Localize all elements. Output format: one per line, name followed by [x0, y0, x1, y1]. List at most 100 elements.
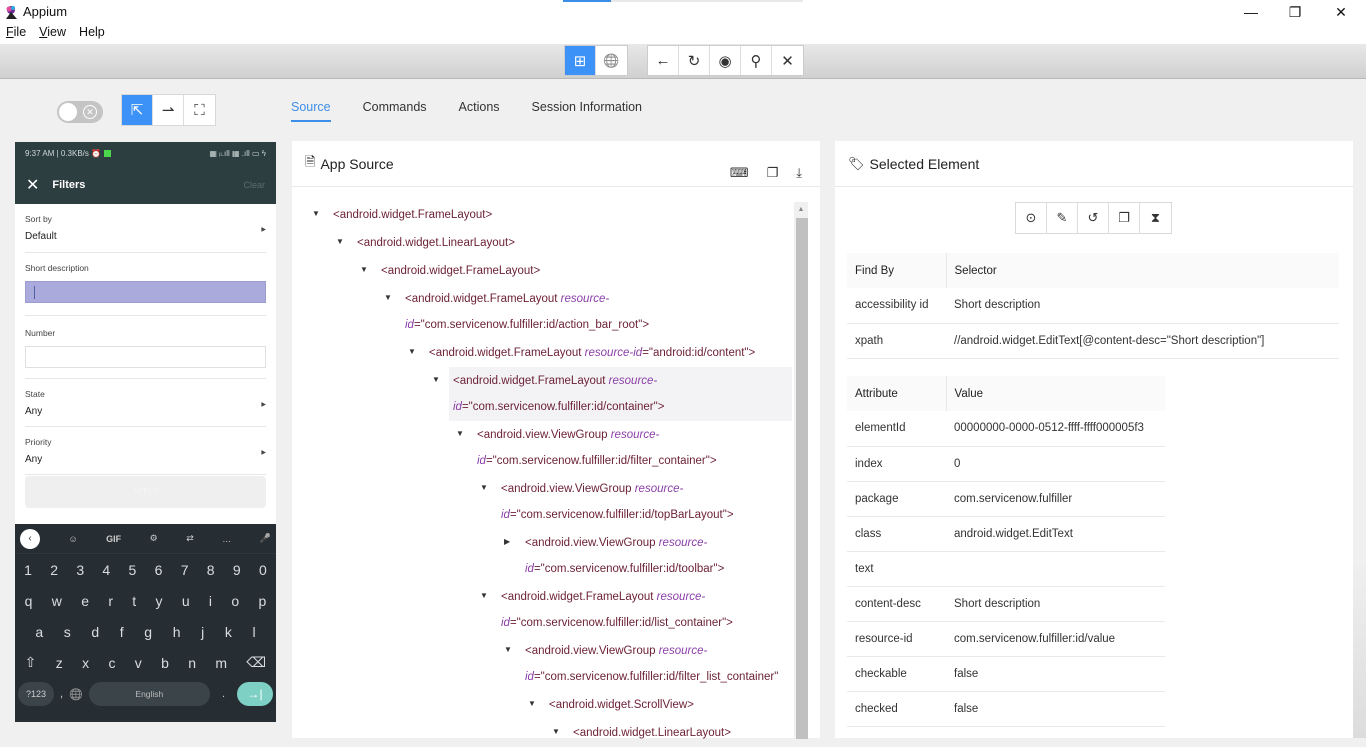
- refresh-button[interactable]: ↻: [679, 46, 710, 75]
- clear-button[interactable]: ↺: [1078, 203, 1109, 233]
- clear-button[interactable]: Clear: [243, 180, 265, 190]
- caret-down-icon[interactable]: ▼: [480, 475, 488, 501]
- device-screenshot[interactable]: 9:37 AM | 0.3KB/s ⏰ ▦ ᵢₗ.ıll ▦ .ıll ▭ ϟ …: [15, 142, 276, 722]
- attribute-value-cell[interactable]: false: [946, 656, 1165, 692]
- key[interactable]: 8: [207, 562, 215, 578]
- key[interactable]: k: [225, 624, 232, 640]
- key[interactable]: 0: [259, 562, 267, 578]
- attribute-value-cell[interactable]: 00000000-0000-0512-ffff-ffff000005f3: [946, 411, 1165, 447]
- page-scrollbar[interactable]: [1353, 140, 1366, 738]
- translate-icon[interactable]: ⇄: [186, 533, 194, 544]
- key[interactable]: q: [25, 593, 33, 609]
- tree-node[interactable]: ▼ <android.widget.FrameLayout resource-id…: [292, 285, 792, 339]
- key[interactable]: p: [258, 593, 266, 609]
- key[interactable]: t: [132, 593, 136, 609]
- key[interactable]: 3: [76, 562, 84, 578]
- tab-source[interactable]: Source: [291, 100, 331, 122]
- menu-file[interactable]: File: [6, 24, 26, 44]
- priority-row[interactable]: Priority Any ▶: [25, 427, 266, 475]
- swipe-button[interactable]: ⇀: [153, 95, 184, 125]
- back-button[interactable]: ←: [648, 46, 679, 75]
- key[interactable]: g: [144, 624, 152, 640]
- attribute-value-cell[interactable]: false: [946, 691, 1165, 727]
- settings-icon[interactable]: ⚙: [150, 533, 158, 544]
- close-icon[interactable]: ✕: [26, 175, 39, 195]
- restore-button[interactable]: ❐: [1272, 0, 1318, 24]
- attribute-value-cell[interactable]: com.servicenow.fulfiller: [946, 481, 1165, 517]
- select-element-button[interactable]: ⇱: [122, 95, 153, 125]
- key[interactable]: n: [188, 655, 196, 671]
- tree-node[interactable]: ▼ <android.widget.FrameLayout>: [292, 201, 792, 229]
- caret-down-icon[interactable]: ▼: [408, 339, 416, 365]
- tree-node[interactable]: ▶ <android.view.ViewGroup resource-id="co…: [292, 529, 792, 583]
- key[interactable]: 6: [155, 562, 163, 578]
- key[interactable]: x: [82, 655, 89, 671]
- key[interactable]: l: [253, 624, 256, 640]
- globe-icon[interactable]: 🌐: [69, 688, 83, 701]
- key[interactable]: w: [52, 593, 62, 609]
- send-keys-button[interactable]: ✎: [1047, 203, 1078, 233]
- tab-session-information[interactable]: Session Information: [532, 100, 642, 122]
- download-icon[interactable]: ⤓: [796, 165, 802, 181]
- gif-button[interactable]: GIF: [106, 534, 121, 544]
- quit-session-button[interactable]: ✕: [772, 46, 803, 75]
- menu-view[interactable]: View: [39, 24, 66, 44]
- key[interactable]: d: [91, 624, 99, 640]
- tab-actions[interactable]: Actions: [459, 100, 500, 122]
- key[interactable]: c: [108, 655, 115, 671]
- key[interactable]: 4: [102, 562, 110, 578]
- key[interactable]: e: [81, 593, 89, 609]
- tree-node[interactable]: ▼ <android.view.ViewGroup resource-id="co…: [292, 421, 792, 475]
- key[interactable]: ⇧: [25, 654, 37, 671]
- attribute-value-cell[interactable]: [946, 551, 1165, 587]
- key[interactable]: 5: [129, 562, 137, 578]
- toggle-view-button[interactable]: ◉: [710, 46, 741, 75]
- selector-cell[interactable]: Short description: [946, 288, 1339, 324]
- terminal-icon[interactable]: ⌨: [730, 165, 749, 181]
- symbols-key[interactable]: ?123: [18, 682, 54, 706]
- screenshot-toggle[interactable]: ✕: [57, 101, 103, 123]
- tap-coordinates-button[interactable]: ⛶: [184, 95, 215, 125]
- source-scrollbar[interactable]: ▲: [794, 202, 808, 739]
- attribute-value-cell[interactable]: android.widget.EditText: [946, 516, 1165, 552]
- caret-down-icon[interactable]: ▼: [312, 201, 320, 227]
- key[interactable]: j: [201, 624, 204, 640]
- key[interactable]: 2: [50, 562, 58, 578]
- sort-by-row[interactable]: Sort by Default ▶: [25, 204, 266, 253]
- menu-help[interactable]: Help: [79, 24, 105, 44]
- close-window-button[interactable]: ✕: [1318, 0, 1364, 24]
- enter-key[interactable]: →|: [237, 682, 273, 706]
- tree-node[interactable]: ▼ <android.widget.FrameLayout resource-id…: [432, 367, 792, 421]
- period-key[interactable]: .: [222, 688, 225, 700]
- scroll-up-icon[interactable]: ▲: [794, 202, 808, 218]
- copy-attributes-button[interactable]: ❐: [1109, 203, 1140, 233]
- key[interactable]: h: [173, 624, 181, 640]
- tree-node[interactable]: ▼ <android.widget.FrameLayout>: [292, 257, 792, 285]
- state-row[interactable]: State Any ▶: [25, 379, 266, 427]
- key[interactable]: a: [35, 624, 43, 640]
- tree-node[interactable]: ▼ <android.view.ViewGroup resource-id="co…: [292, 637, 792, 691]
- key[interactable]: 9: [233, 562, 241, 578]
- attribute-value-cell[interactable]: com.servicenow.fulfiller:id/value: [946, 621, 1165, 657]
- attribute-value-cell[interactable]: Short description: [946, 586, 1165, 622]
- key[interactable]: y: [156, 593, 163, 609]
- sticker-icon[interactable]: ☺: [68, 534, 77, 544]
- key[interactable]: o: [231, 593, 239, 609]
- scroll-thumb[interactable]: [796, 218, 808, 739]
- key[interactable]: ⌫: [246, 654, 266, 671]
- caret-down-icon[interactable]: ▼: [432, 367, 440, 393]
- attribute-value-cell[interactable]: 0: [946, 446, 1165, 482]
- tap-element-button[interactable]: ⊙: [1016, 203, 1047, 233]
- timing-button[interactable]: ⧗: [1140, 203, 1171, 233]
- key[interactable]: s: [64, 624, 71, 640]
- key[interactable]: 1: [24, 562, 32, 578]
- caret-down-icon[interactable]: ▼: [480, 583, 488, 609]
- tree-node[interactable]: ▼ <android.widget.ScrollView>: [292, 691, 792, 719]
- search-button[interactable]: ⚲: [741, 46, 772, 75]
- caret-down-icon[interactable]: ▼: [360, 257, 368, 283]
- keyboard-back-icon[interactable]: ‹: [20, 528, 40, 549]
- key[interactable]: r: [108, 593, 113, 609]
- space-key[interactable]: English: [88, 682, 210, 706]
- copy-icon[interactable]: ❐: [767, 165, 779, 181]
- key[interactable]: b: [161, 655, 169, 671]
